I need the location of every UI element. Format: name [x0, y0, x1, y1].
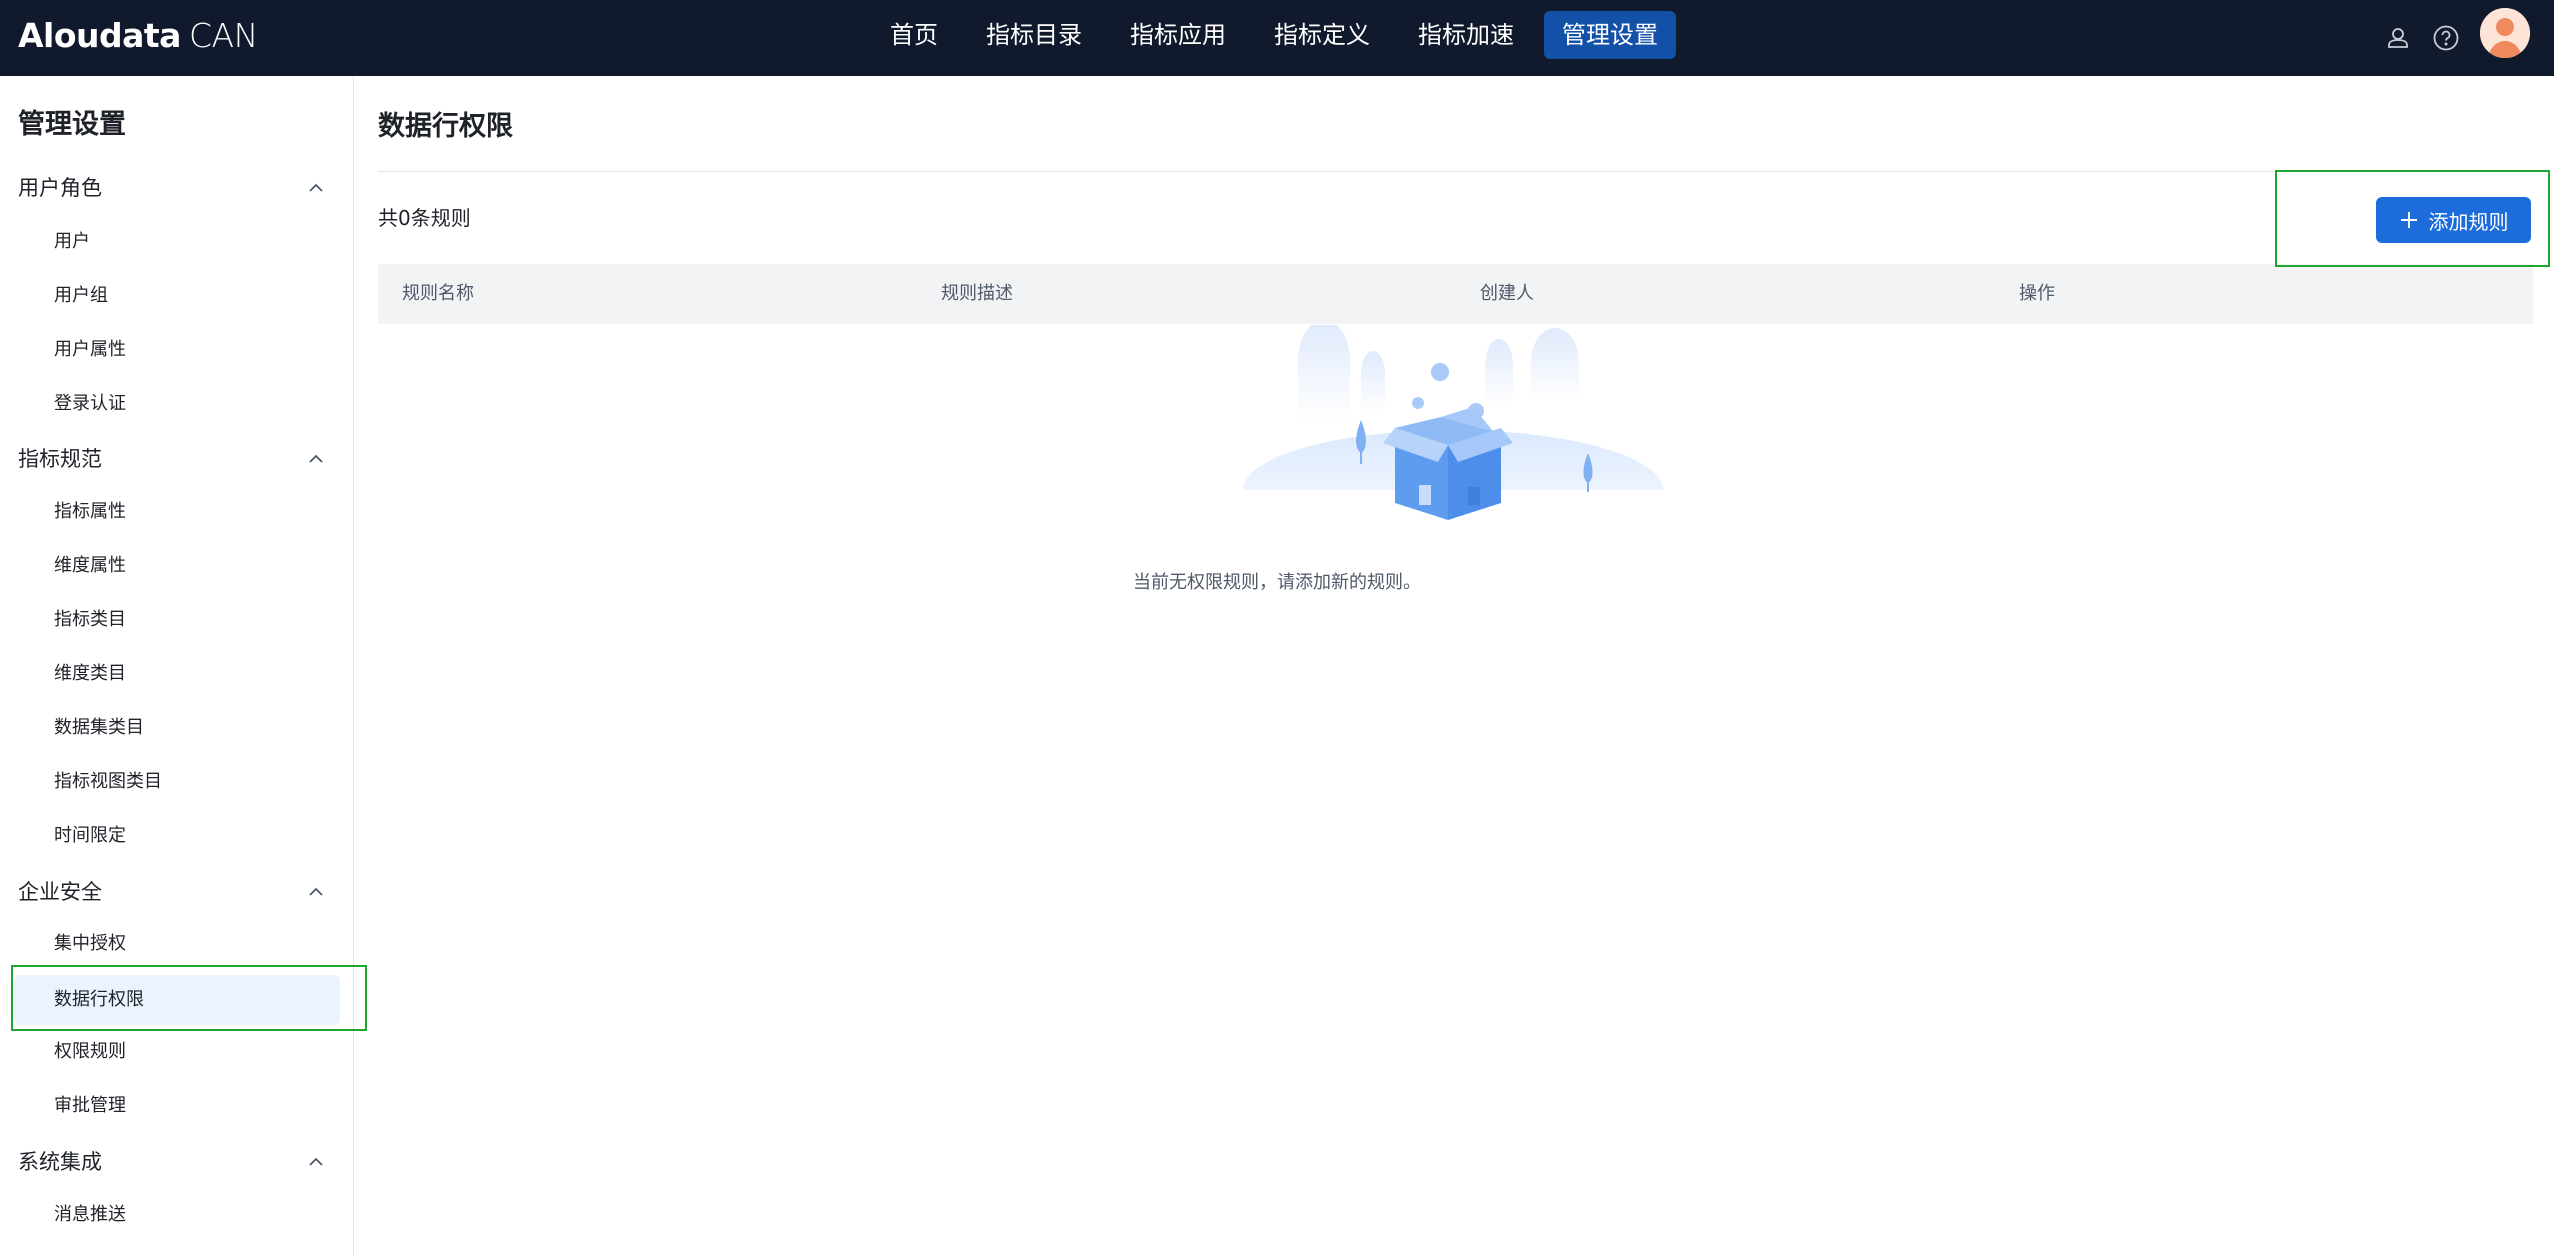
column-header-rule-description[interactable]: 规则描述 [941, 264, 1013, 324]
sidebar-item-metric-categories[interactable]: 指标类目 [14, 597, 340, 643]
sidebar-group-system-integration[interactable]: 系统集成 [18, 1142, 328, 1182]
empty-state-text: 当前无权限规则，请添加新的规则。 [1133, 572, 1421, 593]
sidebar-group-label: 系统集成 [18, 1150, 102, 1174]
sidebar-group-enterprise-security[interactable]: 企业安全 [18, 872, 328, 912]
nav-metric-acceleration[interactable]: 指标加速 [1400, 11, 1532, 59]
sidebar-item-user-attributes[interactable]: 用户属性 [14, 327, 340, 373]
sidebar-item-label: 数据集类目 [54, 717, 144, 738]
plus-icon [2399, 210, 2419, 230]
sidebar-group-label: 指标规范 [18, 447, 102, 471]
user-upload-icon[interactable] [2379, 19, 2417, 57]
sidebar-item-label: 用户组 [54, 285, 108, 306]
column-header-creator[interactable]: 创建人 [1480, 264, 1534, 324]
help-icon[interactable] [2427, 19, 2465, 57]
main-nav: 首页 指标目录 指标应用 指标定义 指标加速 管理设置 [0, 0, 2554, 76]
nav-admin-settings[interactable]: 管理设置 [1544, 11, 1676, 59]
chevron-up-icon [308, 439, 328, 479]
sidebar-group-user-roles[interactable]: 用户角色 [18, 168, 328, 208]
column-header-rule-name[interactable]: 规则名称 [402, 264, 474, 324]
avatar[interactable] [2480, 8, 2530, 58]
sidebar-item-dataset-categories[interactable]: 数据集类目 [14, 705, 340, 751]
sidebar-item-label: 维度类目 [54, 663, 126, 684]
nav-metric-definition[interactable]: 指标定义 [1256, 11, 1388, 59]
sidebar-item-label: 指标类目 [54, 609, 126, 630]
sidebar-item-time-limits[interactable]: 时间限定 [14, 813, 340, 859]
sidebar-item-dimension-categories[interactable]: 维度类目 [14, 651, 340, 697]
sidebar-item-label: 审批管理 [54, 1095, 126, 1116]
sidebar-group-label: 用户角色 [18, 176, 102, 200]
sidebar-item-login-auth[interactable]: 登录认证 [14, 381, 340, 427]
page-title: 数据行权限 [378, 111, 513, 142]
chevron-up-icon [308, 1142, 328, 1182]
rule-count: 共0条规则 [378, 206, 471, 230]
table-header: 规则名称 规则描述 创建人 操作 [378, 264, 2533, 324]
sidebar-group-label: 企业安全 [18, 880, 102, 904]
add-rule-button-label: 添加规则 [2428, 209, 2509, 234]
nav-home[interactable]: 首页 [872, 11, 956, 59]
sidebar-item-metric-attributes[interactable]: 指标属性 [14, 489, 340, 535]
sidebar-item-label: 集中授权 [54, 933, 126, 954]
sidebar-item-approval-management[interactable]: 审批管理 [14, 1083, 340, 1129]
chevron-up-icon [308, 872, 328, 912]
sidebar-item-central-authorization[interactable]: 集中授权 [14, 921, 340, 967]
sidebar-item-label: 数据行权限 [54, 989, 144, 1010]
sidebar-item-label: 登录认证 [54, 393, 126, 414]
sidebar-item-users[interactable]: 用户 [14, 219, 340, 265]
nav-metric-catalog[interactable]: 指标目录 [968, 11, 1100, 59]
main-content: 数据行权限 共0条规则 添加规则 规则名称 规则描述 创建人 操作 [354, 76, 2554, 1257]
column-header-actions[interactable]: 操作 [2019, 264, 2055, 324]
sidebar-group-metric-standards[interactable]: 指标规范 [18, 439, 328, 479]
sidebar-item-label: 指标视图类目 [54, 771, 162, 792]
nav-metric-application[interactable]: 指标应用 [1112, 11, 1244, 59]
sidebar-item-label: 用户属性 [54, 339, 126, 360]
title-divider [378, 171, 2533, 172]
chevron-up-icon [308, 168, 328, 208]
sidebar-item-metric-view-categories[interactable]: 指标视图类目 [14, 759, 340, 805]
add-rule-button[interactable]: 添加规则 [2376, 197, 2531, 243]
sidebar-item-label: 时间限定 [54, 825, 126, 846]
sidebar-item-message-push[interactable]: 消息推送 [14, 1192, 340, 1238]
empty-box-illustration [1243, 320, 1663, 550]
sidebar-item-label: 权限规则 [54, 1041, 126, 1062]
sidebar-item-user-groups[interactable]: 用户组 [14, 273, 340, 319]
sidebar-item-permission-rules[interactable]: 权限规则 [14, 1029, 340, 1075]
top-navigation-bar: Aloudata CAN 首页 指标目录 指标应用 指标定义 指标加速 管理设置 [0, 0, 2554, 76]
sidebar: 管理设置 用户角色 用户 用户组 用户属性 登录认证 指标规范 指标属性 维度属… [0, 76, 354, 1257]
sidebar-item-label: 指标属性 [54, 501, 126, 522]
sidebar-item-label: 消息推送 [54, 1204, 126, 1225]
sidebar-item-data-row-permissions[interactable]: 数据行权限 [14, 975, 340, 1025]
sidebar-title: 管理设置 [18, 109, 126, 140]
sidebar-item-label: 用户 [54, 231, 90, 252]
